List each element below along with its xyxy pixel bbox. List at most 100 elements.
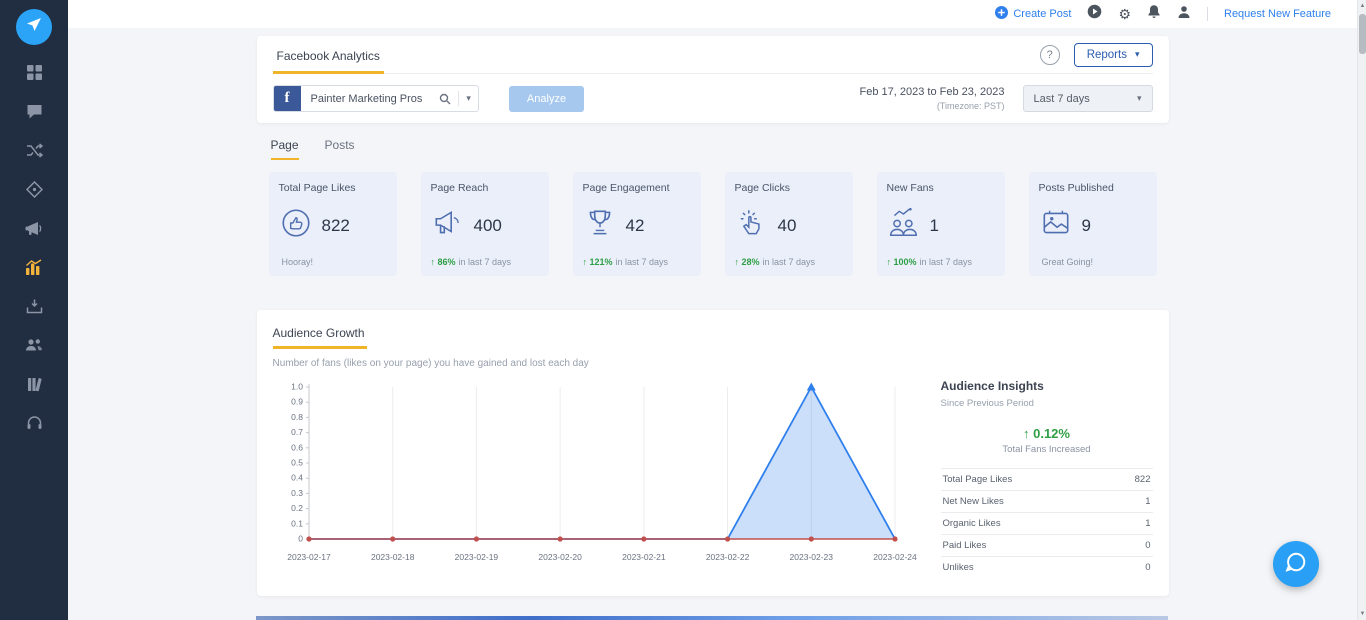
insight-row: Net New Likes 1 — [940, 490, 1153, 512]
tab-facebook-analytics[interactable]: Facebook Analytics — [272, 49, 384, 74]
create-post-label: Create Post — [1013, 8, 1072, 20]
metric-note: in last 7 days — [762, 257, 816, 267]
shuffle-icon — [26, 142, 43, 164]
metric-note: Hooray! — [281, 257, 314, 267]
metric-label: Page Clicks — [734, 182, 790, 194]
metric-note: Great Going! — [1041, 257, 1094, 267]
sidebar-item-promote[interactable] — [0, 211, 68, 250]
account-selector[interactable]: f Painter Marketing Pros ▾ — [272, 85, 479, 112]
svg-text:0.6: 0.6 — [291, 442, 303, 452]
insight-row: Paid Likes 0 — [940, 534, 1153, 556]
period-value: Last 7 days — [1033, 92, 1090, 105]
audience-growth-chart: 0 0.1 0.2 0.3 0.4 0.5 0.6 0.7 0.8 0.9 1.0 2023-02-1… — [273, 377, 921, 578]
metric-value: 822 — [321, 215, 350, 235]
insight-value: 0 — [1145, 540, 1151, 551]
vertical-scrollbar[interactable]: ▲ ▼ — [1357, 0, 1366, 620]
svg-text:0.5: 0.5 — [291, 458, 303, 468]
tab-page[interactable]: Page — [270, 138, 299, 160]
trophy-icon — [583, 206, 617, 245]
svg-text:0.7: 0.7 — [291, 427, 303, 437]
scroll-up-arrow[interactable]: ▲ — [1358, 0, 1366, 12]
svg-text:2023-02-18: 2023-02-18 — [370, 552, 414, 562]
audience-growth-card: Audience Growth Number of fans (likes on… — [256, 310, 1169, 596]
page-posts-tabs: Page Posts — [270, 138, 1169, 160]
svg-text:2023-02-23: 2023-02-23 — [789, 552, 833, 562]
library-books-icon — [26, 376, 43, 398]
metric-card-posts-published: Posts Published 9 Great Going! — [1028, 172, 1157, 276]
settings-button[interactable]: ⚙ — [1118, 7, 1131, 21]
metric-note: in last 7 days — [458, 257, 512, 267]
account-menu-button[interactable] — [1177, 5, 1191, 24]
user-icon — [1177, 5, 1191, 24]
svg-text:1.0: 1.0 — [291, 382, 303, 392]
insight-label: Unlikes — [942, 562, 974, 573]
request-new-feature-link[interactable]: Request New Feature — [1224, 8, 1331, 20]
create-post-button[interactable]: Create Post — [995, 6, 1071, 22]
insight-label: Total Page Likes — [942, 474, 1013, 485]
sidebar-item-connect[interactable] — [0, 133, 68, 172]
metric-value: 42 — [625, 215, 645, 235]
insights-title: Audience Insights — [940, 379, 1044, 393]
plus-circle-icon — [995, 6, 1009, 22]
insight-value: 1 — [1145, 518, 1151, 529]
help-button[interactable]: ? — [1039, 44, 1060, 65]
headset-icon — [26, 415, 43, 436]
chevron-down-icon: ▾ — [466, 93, 471, 103]
topbar-divider — [1207, 7, 1208, 21]
svg-text:0.4: 0.4 — [291, 473, 303, 483]
sidebar — [0, 0, 68, 620]
insight-label: Organic Likes — [942, 518, 1001, 529]
sidebar-item-library[interactable] — [0, 367, 68, 406]
sidebar-item-inbox[interactable] — [0, 289, 68, 328]
app-logo[interactable] — [16, 9, 52, 45]
next-section-preview — [256, 616, 1168, 620]
scroll-down-arrow[interactable]: ▼ — [1358, 608, 1366, 620]
svg-text:2023-02-20: 2023-02-20 — [538, 552, 582, 562]
metric-value: 1 — [929, 215, 939, 235]
svg-text:0.3: 0.3 — [291, 488, 303, 498]
metric-note: in last 7 days — [615, 257, 669, 267]
date-range-text: Feb 17, 2023 to Feb 23, 2023 — [859, 86, 1005, 98]
svg-text:0.2: 0.2 — [291, 503, 303, 513]
video-tutorials-button[interactable] — [1087, 4, 1102, 24]
sidebar-item-discover[interactable] — [0, 172, 68, 211]
audience-growth-subtitle: Number of fans (likes on your page) you … — [272, 358, 589, 369]
paper-plane-icon — [26, 17, 42, 38]
tab-posts[interactable]: Posts — [325, 138, 355, 160]
metric-delta: ↑ 28% — [734, 257, 760, 267]
chevron-down-icon: ▾ — [1134, 49, 1140, 59]
support-chat-button[interactable] — [1273, 541, 1319, 587]
metric-card-new-fans: New Fans 1 ↑ 100% in last 7 days — [876, 172, 1005, 276]
scrollbar-thumb[interactable] — [1359, 14, 1366, 54]
metric-label: New Fans — [886, 182, 934, 194]
sidebar-item-analytics[interactable] — [0, 250, 68, 289]
metric-card-page-clicks: Page Clicks 40 ↑ 28% in last 7 days — [724, 172, 853, 276]
sidebar-item-support[interactable] — [0, 406, 68, 445]
sidebar-item-dashboard[interactable] — [0, 55, 68, 94]
metric-value: 40 — [777, 215, 797, 235]
insight-row: Organic Likes 1 — [940, 512, 1153, 534]
account-name: Painter Marketing Pros — [310, 92, 423, 105]
reports-button[interactable]: Reports ▾ — [1073, 42, 1153, 67]
metric-delta: ↑ 86% — [430, 257, 456, 267]
metric-card-page-reach: Page Reach 400 ↑ 86% in last 7 days — [420, 172, 549, 276]
chat-bubble-icon — [1285, 551, 1307, 578]
reports-label: Reports — [1086, 48, 1127, 61]
insights-subtitle: Since Previous Period — [940, 398, 1034, 409]
svg-text:2023-02-21: 2023-02-21 — [622, 552, 666, 562]
metric-note: in last 7 days — [919, 257, 973, 267]
published-image-icon — [1039, 206, 1073, 245]
period-dropdown[interactable]: Last 7 days ▾ — [1022, 85, 1153, 112]
svg-text:0.8: 0.8 — [291, 412, 303, 422]
notifications-button[interactable] — [1147, 4, 1161, 24]
metric-value: 400 — [473, 215, 502, 235]
insights-delta: ↑ 0.12% — [1023, 426, 1070, 441]
analyze-button[interactable]: Analyze — [508, 85, 585, 112]
analytics-header-card: Facebook Analytics ? Reports ▾ f Painter… — [256, 36, 1169, 123]
svg-text:2023-02-22: 2023-02-22 — [705, 552, 749, 562]
sidebar-item-posts[interactable] — [0, 94, 68, 133]
insight-value: 1 — [1145, 496, 1151, 507]
audience-growth-title[interactable]: Audience Growth — [272, 326, 367, 349]
metric-delta: ↑ 100% — [886, 257, 917, 267]
sidebar-item-team[interactable] — [0, 328, 68, 367]
